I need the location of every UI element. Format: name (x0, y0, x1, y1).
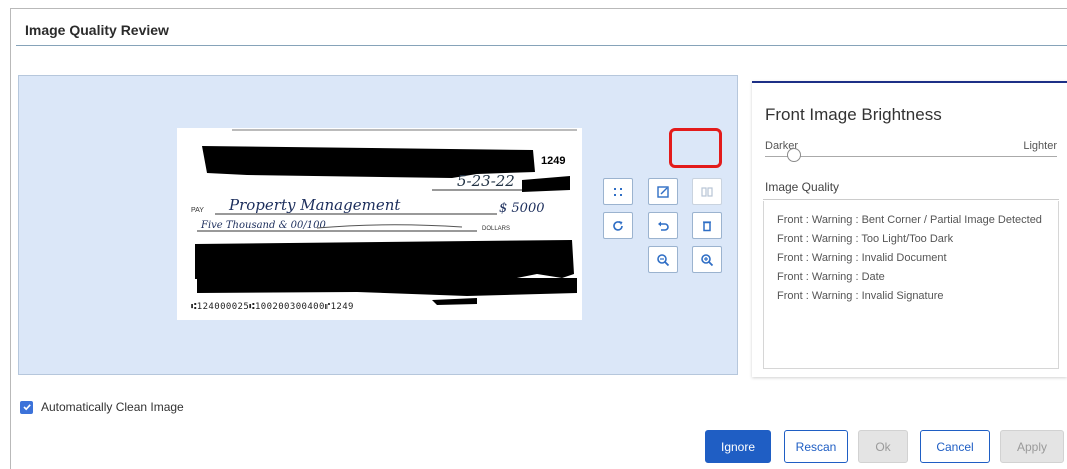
dollars-label: DOLLARS (482, 226, 510, 232)
image-quality-divider (763, 199, 1059, 200)
auto-clean-label: Automatically Clean Image (41, 400, 184, 414)
warning-item: Front : Warning : Invalid Document (777, 252, 947, 264)
dialog-title: Image Quality Review (25, 22, 169, 38)
payee-name: Property Management (228, 196, 401, 214)
rescan-button[interactable]: Rescan (784, 430, 848, 463)
micr-line: ⑆124000025⑆100200300400⑈1249 (191, 302, 354, 312)
warning-list: Front : Warning : Bent Corner / Partial … (777, 211, 1052, 306)
frame-left-border (10, 8, 11, 469)
rotate-clockwise-button[interactable] (603, 212, 633, 239)
checkmark-icon (22, 404, 31, 411)
check-image: 1249 5-23-22 PAY Property Management $ 5… (177, 128, 582, 320)
undo-button[interactable] (648, 212, 678, 239)
apply-button[interactable]: Apply (1000, 430, 1064, 463)
warning-item: Front : Warning : Date (777, 271, 885, 283)
ignore-button[interactable]: Ignore (705, 430, 771, 463)
zoom-out-icon (657, 253, 670, 266)
delete-button-highlight (669, 128, 722, 168)
check-number: 1249 (541, 155, 565, 167)
brightness-quality-panel: Front Image Brightness Darker Lighter Im… (752, 81, 1067, 377)
pay-label: PAY (191, 207, 204, 214)
brightness-slider[interactable] (765, 156, 1057, 157)
image-quality-heading: Image Quality (765, 180, 840, 194)
zoom-out-button[interactable] (648, 246, 678, 273)
edit-button[interactable] (648, 178, 678, 205)
cancel-button[interactable]: Cancel (920, 430, 990, 463)
edit-icon (657, 185, 669, 198)
delete-button[interactable] (692, 212, 722, 239)
check-date: 5-23-22 (457, 172, 515, 190)
warning-item: Front : Warning : Invalid Signature (777, 290, 944, 302)
zoom-in-button[interactable] (692, 246, 722, 273)
ok-button[interactable]: Ok (858, 430, 908, 463)
warning-item: Front : Warning : Bent Corner / Partial … (777, 214, 1042, 226)
check-amount: $ 5000 (499, 201, 545, 216)
amount-words: Five Thousand & 00/100 (200, 220, 326, 231)
lighter-label: Lighter (1023, 140, 1057, 152)
trash-icon (703, 220, 711, 231)
rotate-cw-icon (613, 220, 623, 231)
zoom-in-icon (701, 253, 714, 266)
crop-button[interactable] (603, 178, 633, 205)
brightness-title: Front Image Brightness (765, 105, 942, 124)
undo-icon (658, 221, 669, 231)
compare-button[interactable] (692, 178, 722, 205)
crop-icon (614, 187, 622, 196)
auto-clean-option: Automatically Clean Image (20, 400, 184, 414)
warning-item: Front : Warning : Too Light/Too Dark (777, 233, 954, 245)
title-divider (16, 45, 1067, 46)
compare-icon (701, 186, 713, 197)
auto-clean-checkbox[interactable] (20, 400, 33, 414)
brightness-slider-thumb[interactable] (787, 148, 802, 162)
frame-top-border (10, 8, 1067, 9)
